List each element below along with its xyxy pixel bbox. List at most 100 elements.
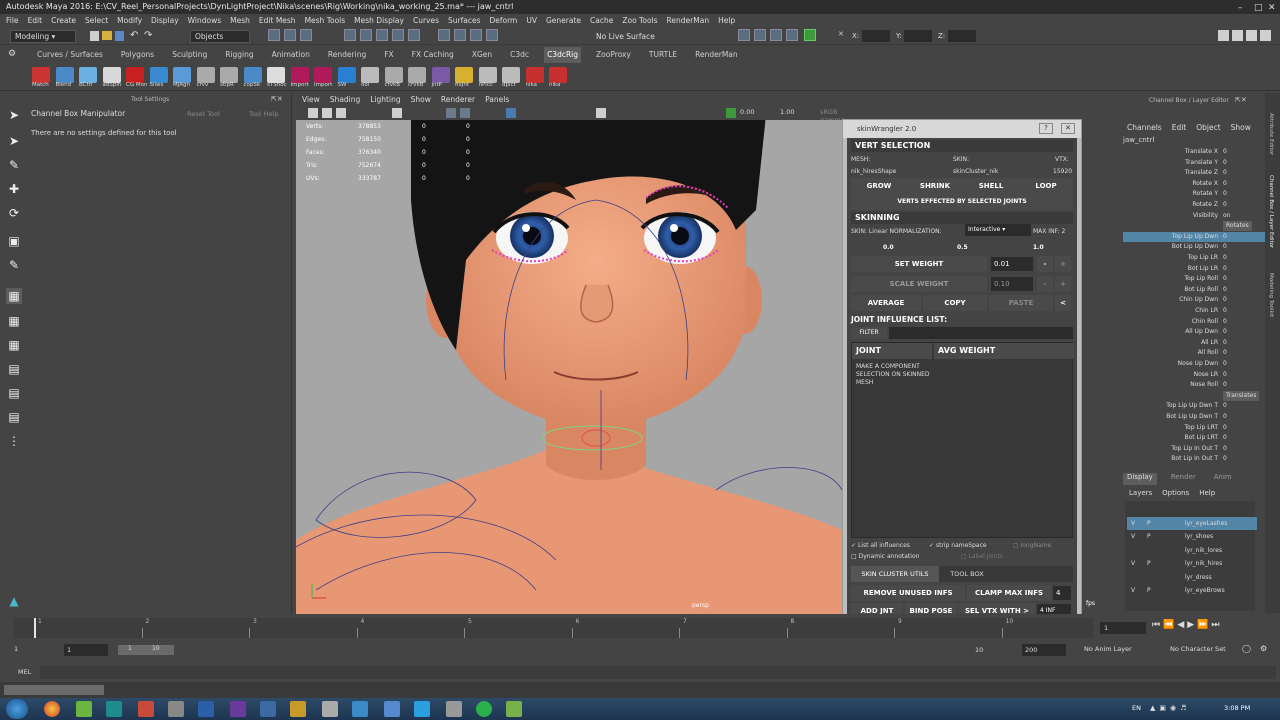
- z-field[interactable]: [948, 30, 976, 42]
- menu-uv[interactable]: UV: [526, 14, 537, 27]
- set-weight-plus-button[interactable]: +: [1055, 256, 1071, 272]
- select-by-hierarchy-icon[interactable]: [268, 29, 280, 41]
- viewport-menu-shading[interactable]: Shading: [330, 94, 360, 106]
- channel-value[interactable]: 0: [1223, 264, 1227, 274]
- layer-row[interactable]: V Plyr_eyeLashes: [1127, 517, 1257, 530]
- xray-icon[interactable]: [506, 108, 516, 118]
- app-icon-10[interactable]: [322, 701, 338, 717]
- tab-modeling-toolkit[interactable]: Modeling Toolkit: [1268, 273, 1274, 317]
- shelf-button-17[interactable]: [431, 67, 450, 83]
- history-icon[interactable]: [438, 29, 450, 41]
- shelf-tab-c3dcrig[interactable]: C3dcRig: [544, 47, 582, 63]
- relative-icon[interactable]: ✕: [838, 30, 844, 38]
- persp-graph-icon[interactable]: ▤: [6, 361, 22, 377]
- clock[interactable]: 3:08 PM: [1224, 704, 1250, 712]
- persp-hypershade-icon[interactable]: ▤: [6, 385, 22, 401]
- layer-playback-toggle[interactable]: P: [1147, 530, 1151, 543]
- render-view-icon[interactable]: [738, 29, 750, 41]
- minimize-icon[interactable]: –: [1238, 1, 1243, 15]
- camera-select-icon[interactable]: [308, 108, 318, 118]
- viewport-menu-renderer[interactable]: Renderer: [441, 94, 475, 106]
- channel-value[interactable]: 0: [1223, 401, 1227, 411]
- end-frame-field[interactable]: 200: [1022, 644, 1066, 656]
- long-name-checkbox[interactable]: □ longName: [1013, 542, 1051, 549]
- scale-weight-field[interactable]: 0.10: [991, 277, 1033, 291]
- shelf-button-19[interactable]: [478, 67, 497, 83]
- live-surface[interactable]: No Live Surface: [596, 30, 696, 43]
- channel-row[interactable]: Chin Up Dwn 0: [1123, 295, 1273, 305]
- channel-value[interactable]: 0: [1223, 412, 1227, 422]
- shelf-menu-icon[interactable]: ⚙: [8, 49, 16, 59]
- exposure-value[interactable]: 0.00: [740, 108, 754, 116]
- save-scene-icon[interactable]: [115, 31, 124, 41]
- paste-button[interactable]: PASTE: [989, 295, 1053, 311]
- shelf-button-1[interactable]: [55, 67, 74, 83]
- anim-prefs-icon[interactable]: ⚙: [1260, 644, 1267, 653]
- reset-tool-button[interactable]: Reset Tool: [187, 110, 220, 118]
- single-perspective-icon[interactable]: ▦: [6, 288, 22, 304]
- channel-row[interactable]: Chin Roll 0: [1123, 317, 1273, 327]
- snap-curve-icon[interactable]: [360, 29, 372, 41]
- sw-close-icon[interactable]: ✕: [1061, 123, 1075, 134]
- channel-value[interactable]: 0: [1223, 232, 1227, 242]
- menu-file[interactable]: File: [6, 14, 19, 27]
- channel-row[interactable]: Bot Lip Roll 0: [1123, 285, 1273, 295]
- lasso-tool-icon[interactable]: ➤: [6, 133, 22, 149]
- channel-row[interactable]: Top Lip Up Dwn T 0: [1123, 401, 1273, 411]
- photoshop-icon[interactable]: [198, 701, 214, 717]
- channel-row[interactable]: All LR 0: [1123, 338, 1273, 348]
- ipr-icon[interactable]: [770, 29, 782, 41]
- shrink-button[interactable]: SHRINK: [907, 178, 963, 194]
- start-frame[interactable]: 1: [14, 645, 18, 653]
- shelf-button-0[interactable]: [32, 67, 50, 83]
- explorer-icon[interactable]: [168, 701, 184, 717]
- channel-row[interactable]: Chin LR 0: [1123, 306, 1273, 316]
- skype-icon[interactable]: [414, 701, 430, 717]
- shelf-tab-sculpting[interactable]: Sculpting: [169, 47, 210, 63]
- panel-float-icon[interactable]: ⇱✕: [271, 95, 283, 103]
- tool-settings-icon[interactable]: [1246, 30, 1257, 41]
- menu-deform[interactable]: Deform: [489, 14, 517, 27]
- help-icon[interactable]: ?: [1039, 123, 1053, 134]
- layer-row[interactable]: lyr_dress: [1127, 571, 1257, 584]
- channel-box-icon[interactable]: [1260, 30, 1271, 41]
- layer-visibility-toggle[interactable]: V: [1131, 517, 1135, 530]
- channel-row[interactable]: Top Lip Up Dwn 0: [1123, 231, 1273, 242]
- shelf-button-12[interactable]: [314, 67, 332, 83]
- layer-playback-toggle[interactable]: P: [1147, 584, 1151, 597]
- channel-row[interactable]: Bot Lip In Out T 0: [1123, 454, 1273, 464]
- paste-arrow-button[interactable]: <: [1055, 295, 1071, 311]
- shelf-button-5[interactable]: [149, 67, 168, 83]
- more-layouts-icon[interactable]: ⋮: [6, 433, 22, 449]
- channel-row[interactable]: All Roll 0: [1123, 348, 1273, 358]
- grow-button[interactable]: GROW: [851, 178, 907, 194]
- mel-input[interactable]: [40, 666, 1276, 679]
- channel-value[interactable]: 0: [1223, 370, 1227, 380]
- shelf-tab-renderman[interactable]: RenderMan: [692, 47, 741, 63]
- clamp-max-infs-button[interactable]: CLAMP MAX INFS: [967, 585, 1051, 601]
- shelf-tab-xgen[interactable]: XGen: [469, 47, 495, 63]
- menu-surfaces[interactable]: Surfaces: [448, 14, 480, 27]
- layer-tab-display[interactable]: Display: [1123, 473, 1157, 485]
- channel-value[interactable]: 0: [1223, 444, 1227, 454]
- layout-icon[interactable]: ▤: [6, 409, 22, 425]
- close-icon[interactable]: ✕: [1268, 1, 1276, 15]
- shelf-tab-fx[interactable]: FX: [381, 47, 396, 63]
- filter-input[interactable]: [889, 327, 1073, 339]
- channel-row[interactable]: Nose Roll 0: [1123, 380, 1273, 390]
- four-view-icon[interactable]: ▦: [6, 313, 22, 329]
- modeling-toolkit-icon[interactable]: [1218, 30, 1229, 41]
- channel-menu-channels[interactable]: Channels: [1127, 123, 1162, 132]
- step-forward-key-icon[interactable]: ⏩: [1197, 620, 1211, 630]
- shelf-button-21[interactable]: [525, 67, 544, 83]
- minimized-windows[interactable]: [4, 685, 104, 695]
- menu-display[interactable]: Display: [151, 14, 179, 27]
- channel-row[interactable]: Rotate X 0: [1123, 179, 1273, 189]
- paint-select-icon[interactable]: ✎: [6, 157, 22, 173]
- channel-value[interactable]: 0: [1223, 242, 1227, 252]
- tab-tool-box[interactable]: TOOL BOX: [943, 566, 991, 582]
- preset-1-button[interactable]: 1.0: [1033, 244, 1044, 251]
- layer-visibility-toggle[interactable]: V: [1131, 557, 1135, 570]
- selection-mode-dropdown[interactable]: Objects: [190, 30, 250, 43]
- menu-edit-mesh[interactable]: Edit Mesh: [259, 14, 296, 27]
